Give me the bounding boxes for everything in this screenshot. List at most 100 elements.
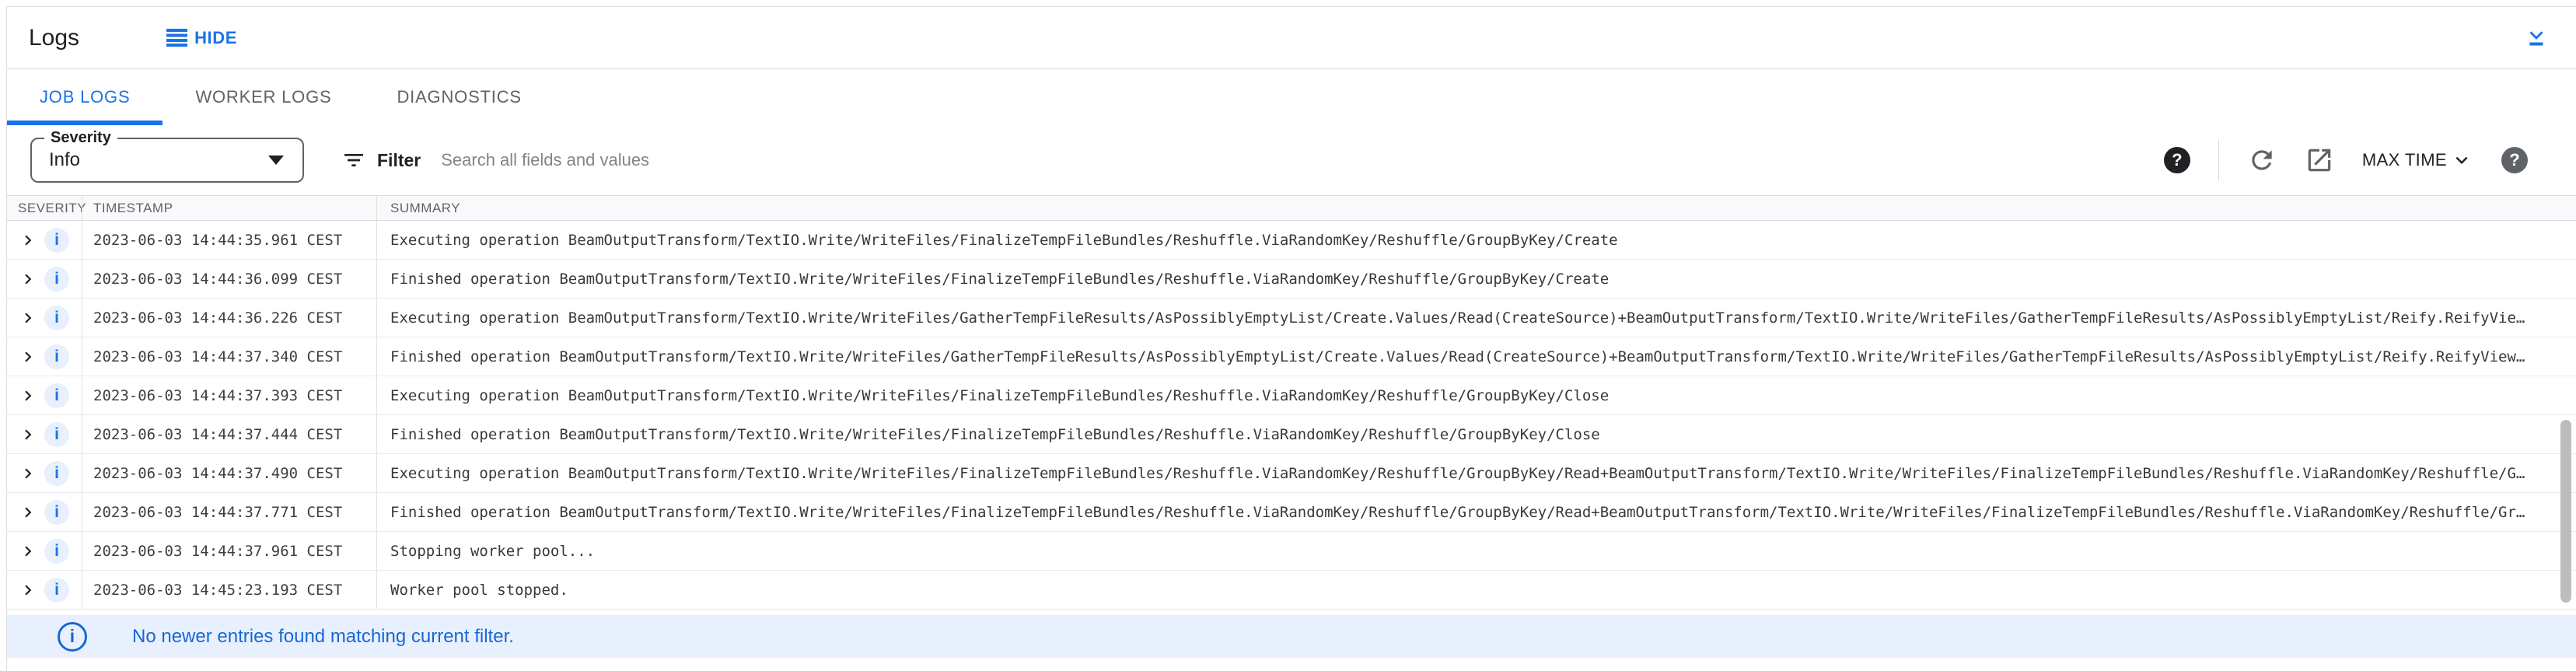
log-timestamp: 2023-06-03 14:44:37.771 CEST [93, 504, 342, 521]
max-time-label: MAX TIME [2362, 150, 2447, 170]
log-summary: Worker pool stopped. [390, 582, 568, 599]
log-row[interactable]: i 2023-06-03 14:44:37.490 CEST Executing… [7, 454, 2576, 493]
log-row[interactable]: i 2023-06-03 14:44:37.961 CEST Stopping … [7, 532, 2576, 571]
expand-row-chevron-icon[interactable] [18, 502, 38, 522]
expand-row-chevron-icon[interactable] [18, 541, 38, 561]
log-row-timestamp-cell: 2023-06-03 14:44:35.961 CEST [82, 221, 376, 259]
severity-select[interactable]: Severity Info [30, 138, 304, 183]
info-severity-icon: i [44, 267, 69, 292]
log-row-summary-cell: Finished operation BeamOutputTransform/T… [376, 493, 2576, 531]
log-timestamp: 2023-06-03 14:44:37.490 CEST [93, 465, 342, 482]
chevron-down-icon [2450, 149, 2473, 172]
log-row[interactable]: i 2023-06-03 14:45:23.193 CEST Worker po… [7, 571, 2576, 610]
log-timestamp: 2023-06-03 14:44:37.961 CEST [93, 543, 342, 560]
info-severity-icon: i [44, 422, 69, 447]
log-row-summary-cell: Executing operation BeamOutputTransform/… [376, 299, 2576, 337]
log-row-severity-cell: i [7, 532, 82, 570]
tab-job-logs-label: JOB LOGS [40, 87, 130, 107]
log-row[interactable]: i 2023-06-03 14:44:37.340 CEST Finished … [7, 337, 2576, 376]
log-summary: Finished operation BeamOutputTransform/T… [390, 271, 1609, 288]
log-row[interactable]: i 2023-06-03 14:44:35.961 CEST Executing… [7, 221, 2576, 260]
log-timestamp: 2023-06-03 14:44:37.393 CEST [93, 387, 342, 404]
toolbar-right-actions: ? MAX TIME ? [2164, 139, 2576, 181]
info-severity-icon: i [44, 461, 69, 486]
column-header-timestamp: TIMESTAMP [82, 196, 376, 220]
expand-row-chevron-icon[interactable] [18, 347, 38, 367]
expand-row-chevron-icon[interactable] [18, 580, 38, 600]
tab-diagnostics-label: DIAGNOSTICS [397, 87, 521, 107]
log-filter-toolbar: Severity Info Filter ? MAX TIME ? [7, 125, 2576, 195]
hide-logs-button[interactable]: HIDE [166, 28, 237, 48]
tab-job-logs[interactable]: JOB LOGS [7, 69, 163, 125]
tab-diagnostics[interactable]: DIAGNOSTICS [364, 69, 554, 125]
log-summary: Executing operation BeamOutputTransform/… [390, 465, 2525, 482]
log-row-timestamp-cell: 2023-06-03 14:44:37.490 CEST [82, 454, 376, 492]
logs-header: Logs HIDE [7, 7, 2576, 69]
expand-row-chevron-icon[interactable] [18, 269, 38, 289]
open-in-new-button[interactable] [2305, 145, 2334, 175]
log-timestamp: 2023-06-03 14:44:36.226 CEST [93, 309, 342, 327]
log-summary: Finished operation BeamOutputTransform/T… [390, 426, 1600, 443]
expand-row-chevron-icon[interactable] [18, 463, 38, 484]
log-row-timestamp-cell: 2023-06-03 14:44:37.393 CEST [82, 376, 376, 414]
expand-row-chevron-icon[interactable] [18, 425, 38, 445]
log-row-timestamp-cell: 2023-06-03 14:44:37.961 CEST [82, 532, 376, 570]
info-circle-icon: i [58, 622, 87, 652]
log-row-severity-cell: i [7, 337, 82, 376]
info-severity-icon: i [44, 539, 69, 564]
log-row-summary-cell: Executing operation BeamOutputTransform/… [376, 221, 2576, 259]
log-summary: Executing operation BeamOutputTransform/… [390, 309, 2525, 327]
column-header-severity: SEVERITY [7, 196, 82, 220]
log-row-timestamp-cell: 2023-06-03 14:45:23.193 CEST [82, 571, 376, 609]
refresh-icon [2247, 145, 2277, 175]
log-row-severity-cell: i [7, 376, 82, 414]
expand-row-chevron-icon[interactable] [18, 308, 38, 328]
refresh-button[interactable] [2247, 145, 2277, 175]
banner-message: No newer entries found matching current … [132, 626, 514, 648]
help-icon-secondary[interactable]: ? [2501, 147, 2528, 173]
log-row-summary-cell: Worker pool stopped. [376, 571, 2576, 609]
log-summary: Stopping worker pool... [390, 543, 595, 560]
log-row-severity-cell: i [7, 415, 82, 453]
expand-row-chevron-icon[interactable] [18, 230, 38, 250]
info-severity-icon: i [44, 306, 69, 330]
log-row-summary-cell: Executing operation BeamOutputTransform/… [376, 376, 2576, 414]
log-row-timestamp-cell: 2023-06-03 14:44:37.771 CEST [82, 493, 376, 531]
filter-group: Filter [341, 148, 2164, 173]
collapse-panel-button[interactable] [2523, 24, 2550, 51]
log-timestamp: 2023-06-03 14:44:36.099 CEST [93, 271, 342, 288]
log-timestamp: 2023-06-03 14:44:35.961 CEST [93, 232, 342, 249]
search-input[interactable] [441, 150, 1141, 170]
log-row[interactable]: i 2023-06-03 14:44:37.771 CEST Finished … [7, 493, 2576, 532]
help-icon[interactable]: ? [2164, 147, 2190, 173]
vertical-scrollbar-thumb[interactable] [2560, 420, 2571, 603]
info-severity-icon: i [44, 228, 69, 253]
log-row[interactable]: i 2023-06-03 14:44:36.099 CEST Finished … [7, 260, 2576, 299]
no-newer-entries-banner: i No newer entries found matching curren… [7, 615, 2576, 658]
info-severity-icon: i [44, 383, 69, 408]
expand-row-chevron-icon[interactable] [18, 386, 38, 406]
log-row-summary-cell: Finished operation BeamOutputTransform/T… [376, 415, 2576, 453]
tab-worker-logs-label: WORKER LOGS [195, 87, 331, 107]
log-row[interactable]: i 2023-06-03 14:44:37.393 CEST Executing… [7, 376, 2576, 415]
log-row-severity-cell: i [7, 454, 82, 492]
log-row-severity-cell: i [7, 221, 82, 259]
log-summary: Finished operation BeamOutputTransform/T… [390, 504, 2525, 521]
filter-label: Filter [377, 150, 421, 171]
log-row-summary-cell: Executing operation BeamOutputTransform/… [376, 454, 2576, 492]
dropdown-arrow-icon [268, 156, 284, 165]
log-row-timestamp-cell: 2023-06-03 14:44:36.226 CEST [82, 299, 376, 337]
filter-list-icon [341, 148, 366, 173]
log-row-severity-cell: i [7, 299, 82, 337]
max-time-dropdown[interactable]: MAX TIME [2362, 149, 2473, 172]
log-row-severity-cell: i [7, 571, 82, 609]
log-summary: Executing operation BeamOutputTransform/… [390, 232, 1618, 249]
vertical-divider [2218, 139, 2219, 181]
logs-panel: Logs HIDE JOB LOGS WORKER LOGS DIAGNOSTI… [6, 6, 2576, 671]
log-row[interactable]: i 2023-06-03 14:44:37.444 CEST Finished … [7, 415, 2576, 454]
hide-button-label: HIDE [194, 28, 237, 48]
log-row[interactable]: i 2023-06-03 14:44:36.226 CEST Executing… [7, 299, 2576, 337]
tab-worker-logs[interactable]: WORKER LOGS [163, 69, 364, 125]
log-row-timestamp-cell: 2023-06-03 14:44:36.099 CEST [82, 260, 376, 298]
open-in-new-icon [2305, 145, 2334, 175]
